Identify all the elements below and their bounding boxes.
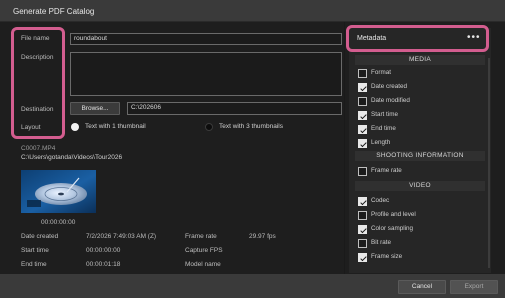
section-shooting-information: SHOOTING INFORMATION <box>355 151 485 161</box>
checkbox-bit-rate[interactable] <box>358 239 367 248</box>
checkbox-frame-rate[interactable] <box>358 167 367 176</box>
turntable-image <box>21 170 96 213</box>
checkbox-date-modified-label: Date modified <box>371 97 410 104</box>
panel-divider <box>344 22 345 274</box>
checkbox-format[interactable] <box>358 69 367 78</box>
info-label-capture-fps: Capture FPS <box>185 247 223 254</box>
layout-radio-1-thumbnail[interactable] <box>71 123 79 131</box>
checkbox-length[interactable] <box>358 139 367 148</box>
checkbox-frame-size[interactable] <box>358 253 367 262</box>
info-label-frame-rate: Frame rate <box>185 233 217 240</box>
description-textarea[interactable] <box>70 52 342 96</box>
export-button[interactable]: Export <box>450 280 498 294</box>
browse-button[interactable]: Browse... <box>70 102 120 115</box>
clip-thumbnail <box>21 170 96 213</box>
checkbox-bit-rate-label: Bit rate <box>371 239 391 246</box>
checkbox-date-created[interactable] <box>358 83 367 92</box>
checkbox-start-time[interactable] <box>358 111 367 120</box>
section-video: VIDEO <box>355 181 485 191</box>
info-value-frame-rate: 29.97 fps <box>249 233 276 240</box>
checkbox-codec[interactable] <box>358 197 367 206</box>
checkbox-date-modified[interactable] <box>358 97 367 106</box>
thumbnail-timecode: 00:00:00:00 <box>41 219 76 226</box>
metadata-title: Metadata <box>357 35 387 42</box>
destination-label: Destination <box>21 106 54 113</box>
checkbox-format-label: Format <box>371 69 391 76</box>
cancel-button[interactable]: Cancel <box>398 280 446 294</box>
info-label-model-name: Model name <box>185 261 221 268</box>
layout-option-3-label: Text with 3 thumbnails <box>219 123 283 130</box>
checkbox-frame-size-label: Frame size <box>371 253 403 260</box>
checkbox-length-label: Length <box>371 139 391 146</box>
checkbox-color-sampling-label: Color sampling <box>371 225 413 232</box>
more-icon[interactable]: ••• <box>467 32 481 43</box>
checkbox-end-time[interactable] <box>358 125 367 134</box>
window-title: Generate PDF Catalog <box>13 7 95 16</box>
file-name-label: File name <box>21 35 50 42</box>
checkbox-profile-and-level-label: Profile and level <box>371 211 416 218</box>
destination-input[interactable]: C:\202606 <box>127 102 342 115</box>
file-name-input[interactable]: roundabout <box>70 33 342 45</box>
description-label: Description <box>21 54 54 61</box>
labels-highlight <box>11 27 65 139</box>
checkbox-end-time-label: End time <box>371 125 396 132</box>
info-label-start-time: Start time <box>21 247 49 254</box>
checkbox-profile-and-level[interactable] <box>358 211 367 220</box>
title-bar: Generate PDF Catalog <box>0 0 505 22</box>
checkbox-codec-label: Codec <box>371 197 390 204</box>
clip-path: C:\Users\gotanda\Videos\Tour2026 <box>21 154 123 161</box>
layout-option-1-label: Text with 1 thumbnail <box>85 123 146 130</box>
checkbox-date-created-label: Date created <box>371 83 408 90</box>
info-value-date-created: 7/2/2026 7:49:03 AM (Z) <box>86 233 157 240</box>
layout-radio-3-thumbnails[interactable] <box>205 123 213 131</box>
clip-name: C0007.MP4 <box>21 145 56 152</box>
section-media: MEDIA <box>355 55 485 65</box>
info-value-start-time: 00:00:00:00 <box>86 247 121 254</box>
info-value-end-time: 00:00:01:18 <box>86 261 121 268</box>
info-label-end-time: End time <box>21 261 47 268</box>
checkbox-color-sampling[interactable] <box>358 225 367 234</box>
metadata-scrollbar[interactable] <box>488 58 490 268</box>
checkbox-start-time-label: Start time <box>371 111 398 118</box>
info-label-date-created: Date created <box>21 233 59 240</box>
layout-label: Layout <box>21 124 41 131</box>
checkbox-frame-rate-label: Frame rate <box>371 167 402 174</box>
